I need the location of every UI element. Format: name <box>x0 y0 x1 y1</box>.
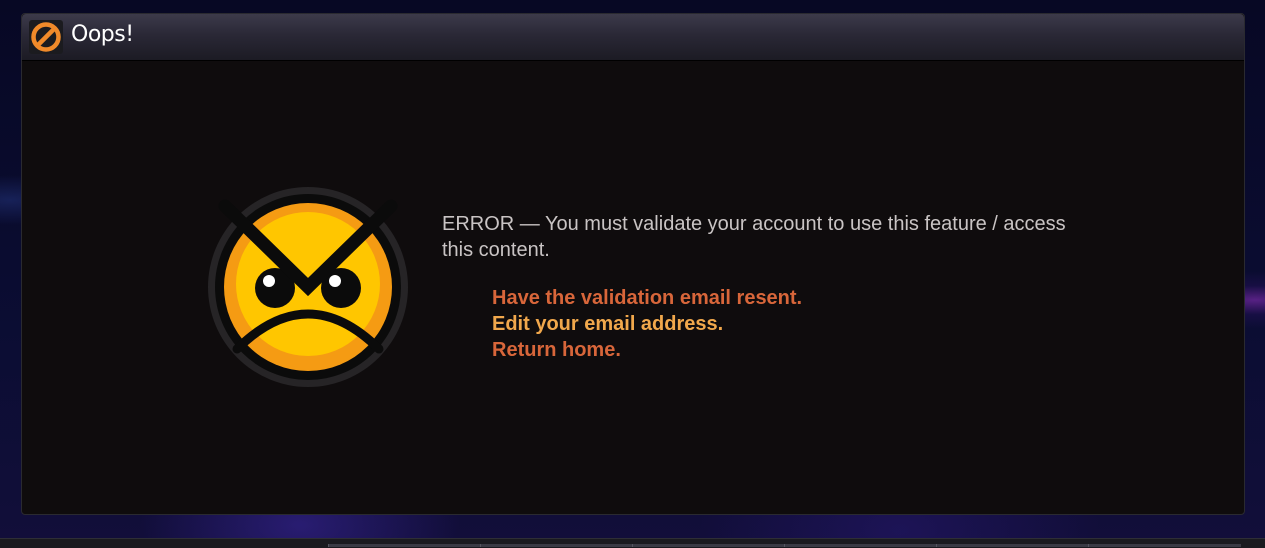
no-entry-icon <box>29 20 63 54</box>
dialog-titlebar: Oops! <box>22 14 1244 61</box>
action-links: Have the validation email resent. Edit y… <box>492 285 802 363</box>
error-dialog: Oops! ERROR — You must validate your acc… <box>21 13 1245 515</box>
edit-email-link[interactable]: Edit your email address. <box>492 311 802 337</box>
dialog-title: Oops! <box>71 22 134 47</box>
error-message: ERROR — You must validate your account t… <box>442 213 1066 261</box>
angry-face-icon <box>205 184 411 390</box>
resend-validation-link[interactable]: Have the validation email resent. <box>492 285 802 311</box>
return-home-link[interactable]: Return home. <box>492 337 802 363</box>
